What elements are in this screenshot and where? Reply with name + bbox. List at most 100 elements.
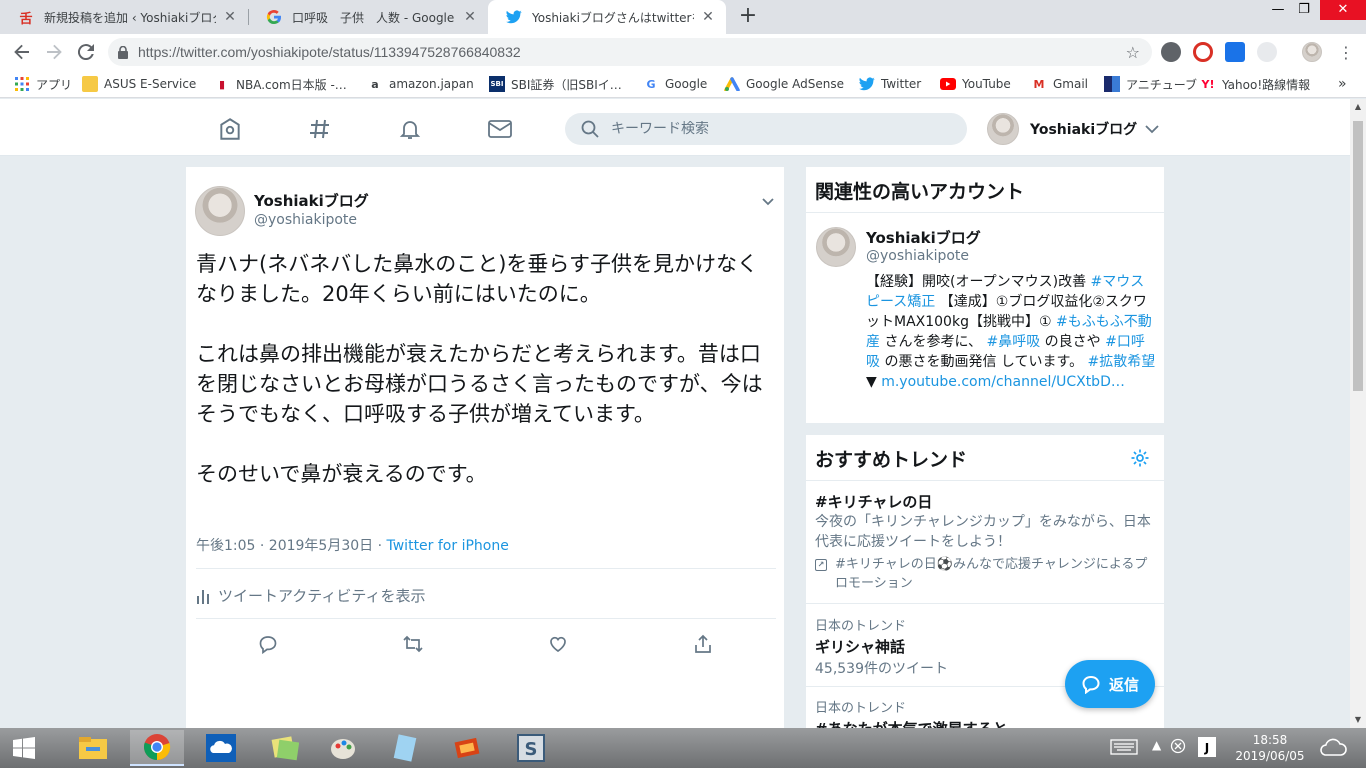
bookmark-gmail[interactable]: M Gmail [1031,75,1089,93]
bookmark-anitube[interactable]: アニチューブ [1104,75,1197,93]
profile-avatar[interactable] [1302,42,1322,62]
tray-expand-icon[interactable]: ▲ [1152,738,1161,752]
apps-grid-icon [14,76,30,92]
bookmark-sbi[interactable]: SBI SBI証券（旧SBIイ… [489,75,622,93]
onedrive-icon[interactable] [194,730,248,766]
tweet-author-name[interactable]: Yoshiakiブログ [254,190,369,211]
bookmark-asus[interactable]: ASUS E-Service [82,75,196,93]
bookmark-nba[interactable]: ▮ NBA.com日本版 -… [214,75,347,93]
bookmark-adsense[interactable]: Google AdSense [724,75,844,93]
extension-icon[interactable] [1257,42,1277,62]
window-close-button[interactable]: ✕ [1320,0,1366,20]
tweet-source-link[interactable]: Twitter for iPhone [387,538,509,554]
tab-google-search[interactable]: 口呼吸 子供 人数 - Google 検索 ✕ [248,0,488,34]
avatar[interactable] [816,227,856,267]
scrollbar-thumb[interactable] [1353,121,1363,391]
url-text: https://twitter.com/yoshiakipote/status/… [138,44,521,60]
reply-button[interactable]: 返信 [1065,660,1155,708]
search-box[interactable] [565,113,967,145]
back-button[interactable] [10,40,34,64]
restore-button[interactable]: ❐ [1290,0,1318,20]
adsense-icon [724,76,740,92]
svg-text:S: S [525,739,538,760]
s-app-icon[interactable]: S [504,730,558,766]
photos-icon[interactable] [258,730,312,766]
bookmark-amazon[interactable]: a amazon.japan [367,75,473,93]
search-icon [581,120,599,138]
gear-icon[interactable] [1130,448,1150,468]
chevron-down-icon [1145,125,1159,134]
avatar[interactable] [195,186,245,236]
reload-button[interactable] [74,40,98,64]
tab-twitter[interactable]: Yoshiakiブログさんはtwitterを使っています ✕ [488,0,726,34]
extension-icon[interactable] [1161,42,1181,62]
account-menu[interactable]: Yoshiakiブログ [987,113,1159,145]
tab-wordpress[interactable]: 舌 新規投稿を追加 ‹ Yoshiakiブログ ✕ [0,0,248,34]
tray-app-icon[interactable] [1170,738,1186,757]
bookmark-apps[interactable]: アプリ [14,75,72,93]
amazon-icon: a [371,77,379,91]
search-input[interactable] [611,121,941,137]
reply-bubble-icon [1082,675,1100,694]
hashtag-link[interactable]: #拡散希望 [1088,354,1156,370]
promoted-icon: ↗ [815,559,827,571]
trend-item[interactable]: #キリチャレの日 今夜の「キリンチャレンジカップ」をみながら、日本代表に応援ツイ… [815,491,1155,593]
taskbar-clock[interactable]: 18:58 2019/06/05 [1230,732,1310,764]
folder-icon [82,76,98,92]
keyboard-icon[interactable] [1110,739,1138,758]
forward-button[interactable] [42,40,66,64]
tweet-text: 青ハナ(ネバネバした鼻水のこと)を垂らす子供を見かけなくなりました。20年くらい… [196,252,763,486]
file-explorer-icon[interactable] [66,730,120,766]
twitter-top-nav: Yoshiakiブログ [0,99,1350,156]
promoted-label: ↗ #キリチャレの日⚽みんなで応援チャレンジによるプロモーション [815,555,1155,593]
messages-envelope-icon[interactable] [486,115,514,143]
gmail-icon: M [1033,77,1045,91]
search-extension-icon[interactable] [1225,42,1245,62]
close-tab-icon[interactable]: ✕ [700,9,716,25]
tweet-activity-link[interactable]: ツイートアクティビティを表示 [196,585,425,606]
bookmark-star-icon[interactable]: ☆ [1126,43,1140,62]
google-icon [266,9,282,25]
bookmark-yahoo[interactable]: Y! Yahoo!路線情報 [1200,75,1311,93]
weather-cloud-icon[interactable] [1318,736,1348,761]
home-icon[interactable] [216,115,244,143]
notepad-icon[interactable] [378,730,432,766]
bookmark-youtube[interactable]: YouTube [940,75,1011,93]
related-accounts-header: 関連性の高いアカウント [806,167,1164,213]
minimize-button[interactable]: — [1264,0,1292,20]
page-scrollbar[interactable]: ▲ ▼ [1350,99,1366,728]
movie-maker-icon[interactable] [440,730,494,766]
chrome-icon[interactable] [130,730,184,766]
hashtag-link[interactable]: #鼻呼吸 [986,334,1040,350]
tweet-author-handle[interactable]: @yoshiakipote [254,212,357,228]
tweet-card: Yoshiakiブログ @yoshiakipote 青ハナ(ネバネバした鼻水のこ… [185,166,785,728]
paint-icon[interactable] [316,730,370,766]
windows-start-icon[interactable] [0,730,48,766]
bookmark-twitter[interactable]: Twitter [859,75,921,93]
like-heart-icon[interactable] [546,632,570,656]
close-tab-icon[interactable]: ✕ [222,9,238,25]
chevron-down-icon[interactable] [760,193,776,209]
youtube-channel-link[interactable]: m.youtube.com/channel/UCXtbD… [881,374,1125,390]
tab-strip: 舌 新規投稿を追加 ‹ Yoshiakiブログ ✕ 口呼吸 子供 人数 - Go… [0,0,1366,34]
explore-hashtag-icon[interactable] [306,115,334,143]
anitube-icon [1104,76,1120,92]
share-icon[interactable] [691,632,715,656]
bookmark-google[interactable]: G Google [643,75,707,93]
reply-icon[interactable] [256,632,280,656]
menu-kebab-icon[interactable]: ⋮ [1334,40,1358,64]
twitter-page: Yoshiakiブログ Yoshiakiブログ @yoshiakipote 青ハ… [0,99,1350,728]
retweet-icon[interactable] [401,632,425,656]
new-tab-button[interactable]: + [736,4,760,28]
bar-chart-icon [197,589,209,604]
address-bar[interactable]: https://twitter.com/yoshiakipote/status/… [108,38,1152,66]
extension-icon[interactable] [1193,42,1213,62]
related-user-name[interactable]: Yoshiakiブログ [866,227,981,248]
related-user-handle[interactable]: @yoshiakipote [866,248,969,264]
close-tab-icon[interactable]: ✕ [462,9,478,25]
notifications-bell-icon[interactable] [396,115,424,143]
ime-icon[interactable]: J [1198,737,1216,760]
twitter-icon [859,76,875,92]
bookmarks-overflow-icon[interactable]: » [1338,75,1347,93]
avatar [987,113,1019,145]
